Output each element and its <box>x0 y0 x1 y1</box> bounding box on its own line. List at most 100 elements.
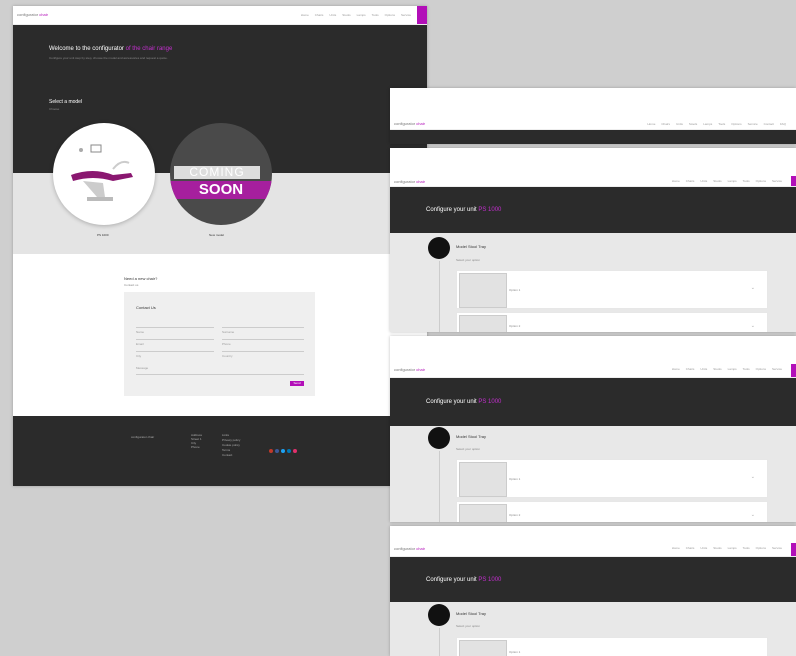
top-nav: configurator chair Home Chairs Units Stools… <box>390 336 796 378</box>
instagram-icon[interactable] <box>293 449 297 453</box>
menu-item[interactable]: Home <box>672 367 680 371</box>
step-subtitle: Select your option <box>456 258 481 262</box>
menu-item[interactable]: Units <box>700 179 707 183</box>
chevron-down-icon[interactable]: ⌄ <box>751 512 755 518</box>
menu-item[interactable]: Stools <box>713 179 721 183</box>
cart-button[interactable] <box>417 6 427 24</box>
hero-title: Welcome to the configurator of the chair… <box>49 46 173 52</box>
config-title: Configure your unit PS 1000 <box>426 207 502 213</box>
menu-item[interactable]: Service <box>772 367 782 371</box>
menu-item[interactable]: Options <box>756 367 766 371</box>
step-number-badge <box>428 427 450 449</box>
menu-item[interactable]: Units <box>329 13 336 17</box>
step-line <box>439 261 440 332</box>
menu-item[interactable]: Options <box>385 13 395 17</box>
menu-item[interactable]: Tools <box>743 546 750 550</box>
step-subtitle: Select your option <box>456 447 481 451</box>
config-window-3: configurator chair Home Chairs Units Stools… <box>390 526 796 656</box>
menu-item[interactable]: Lamps <box>357 13 366 17</box>
menu-item[interactable]: Service <box>748 122 758 126</box>
model2-caption: New model <box>209 233 225 237</box>
chevron-down-icon[interactable]: ⌄ <box>751 323 755 329</box>
menu-item[interactable]: Stools <box>713 546 721 550</box>
footer-col2: Links Privacy policy Cookie policy Terms Con… <box>222 433 241 457</box>
name-field[interactable]: Name <box>136 320 214 334</box>
menu-item[interactable]: Stools <box>713 367 721 371</box>
menu-item[interactable]: Lamps <box>703 122 712 126</box>
model-card-ps1000[interactable] <box>53 123 155 225</box>
menu: Home Chairs Units Stools Lamps Tools Options Se… <box>672 546 782 550</box>
surname-field[interactable]: Surname <box>222 320 304 334</box>
city-field[interactable]: City <box>136 344 214 358</box>
menu-item[interactable]: Options <box>756 546 766 550</box>
facebook-icon[interactable] <box>275 449 279 453</box>
select-model-subtitle: Choose <box>49 107 60 111</box>
cart-button[interactable] <box>791 176 796 186</box>
menu-item[interactable]: Stools <box>342 13 350 17</box>
menu-item[interactable]: Service <box>772 179 782 183</box>
menu-item[interactable]: Stools <box>689 122 697 126</box>
chevron-down-icon[interactable]: ⌄ <box>751 474 755 480</box>
linkedin-icon[interactable] <box>287 449 291 453</box>
menu-item[interactable]: Tools <box>372 13 379 17</box>
footer-brand: configurator chair <box>131 435 155 439</box>
footer-col1: Address Street 1 City Phone <box>191 433 203 449</box>
message-field[interactable]: Message <box>136 356 304 375</box>
menu-item[interactable]: Lamps <box>728 546 737 550</box>
menu-item[interactable]: Options <box>731 122 741 126</box>
menu-item[interactable]: Options <box>756 179 766 183</box>
menu-item[interactable]: Chairs <box>686 367 695 371</box>
twitter-icon[interactable] <box>281 449 285 453</box>
option-card[interactable]: Option 2 ⌄ <box>456 312 768 332</box>
menu-item[interactable]: Units <box>676 122 683 126</box>
menu-item[interactable]: Tools <box>743 367 750 371</box>
menu-item[interactable]: Home <box>647 122 655 126</box>
menu-item[interactable]: Units <box>700 367 707 371</box>
menu-item[interactable]: Home <box>672 546 680 550</box>
social-links <box>269 440 299 458</box>
email-field[interactable]: Email <box>136 332 214 346</box>
logo[interactable]: configurator chair <box>17 12 48 17</box>
menu-item[interactable]: Chairs <box>686 546 695 550</box>
dental-chair-image <box>71 144 133 201</box>
hero-subtitle: Configure your unit step by step, choose… <box>49 56 168 60</box>
menu-item[interactable]: Chairs <box>315 13 324 17</box>
logo[interactable]: configurator chair <box>394 179 425 184</box>
config-hero: Configure your unit PS 1000 <box>390 187 796 233</box>
menu-item[interactable]: FAQ <box>780 122 786 126</box>
option-card[interactable]: Option 2 ⌄ <box>456 501 768 522</box>
logo[interactable]: configurator chair <box>394 546 425 551</box>
google-plus-icon[interactable] <box>269 449 273 453</box>
menu: Home Chairs Units Stools Lamps Tools Options Se… <box>647 122 786 126</box>
phone-field[interactable]: Phone <box>222 332 304 346</box>
option-label: Option 1 <box>509 477 521 481</box>
menu-item[interactable]: Tools <box>743 179 750 183</box>
chevron-down-icon[interactable]: ⌄ <box>751 285 755 291</box>
logo[interactable]: configurator chair <box>394 367 425 372</box>
cart-button[interactable] <box>791 364 796 377</box>
step-line <box>439 628 440 656</box>
menu-item[interactable]: Lamps <box>728 367 737 371</box>
coming-soon-card: COMING SOON <box>170 123 272 225</box>
menu-item[interactable]: Lamps <box>728 179 737 183</box>
menu-item[interactable]: Tools <box>718 122 725 126</box>
option-card[interactable]: Option 1 <box>456 637 768 656</box>
main-window: configurator chair Home Chairs Units Sto… <box>13 6 427 486</box>
menu-item[interactable]: Home <box>301 13 309 17</box>
menu-item[interactable]: Contact <box>764 122 774 126</box>
menu-item[interactable]: Units <box>700 546 707 550</box>
menu: Home Chairs Units Stools Lamps Tools Opt… <box>301 13 411 17</box>
step-title: Model Stool Tray <box>456 244 487 249</box>
menu-item[interactable]: Home <box>672 179 680 183</box>
option-card[interactable]: Option 1 ⌄ <box>456 270 768 309</box>
option-card[interactable]: Option 1 ⌄ <box>456 459 768 498</box>
menu-item[interactable]: Chairs <box>661 122 670 126</box>
send-button[interactable]: Send <box>290 381 304 386</box>
menu-item[interactable]: Chairs <box>686 179 695 183</box>
model1-caption: PS 1000 <box>97 233 109 237</box>
country-field[interactable]: Country <box>222 344 304 358</box>
menu-item[interactable]: Service <box>772 546 782 550</box>
logo[interactable]: configurator chair <box>394 121 425 126</box>
cart-button[interactable] <box>791 543 796 556</box>
menu-item[interactable]: Service <box>401 13 411 17</box>
